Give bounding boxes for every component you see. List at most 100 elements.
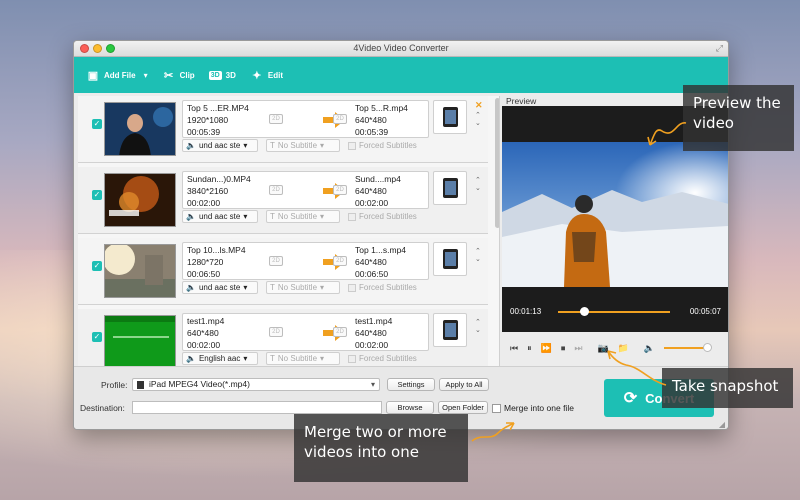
list-scrollbar[interactable] — [495, 98, 499, 228]
output-2d-badge: 2D — [333, 327, 347, 337]
seek-knob[interactable] — [580, 307, 590, 316]
merge-label: Merge into one file — [504, 403, 574, 413]
forced-subtitles-label: Forced Subtitles — [359, 354, 417, 363]
forced-subtitles-checkbox[interactable]: Forced Subtitles — [348, 283, 417, 292]
speaker-icon: 🔈 — [186, 141, 196, 150]
add-file-button[interactable]: ▣ Add File — [86, 68, 136, 82]
source-duration: 00:02:00 — [187, 198, 221, 208]
list-item[interactable]: ✓ Top 5 ...ER.MP4 1920*1080 00:05:39 2D — [78, 96, 488, 163]
source-duration: 00:02:00 — [187, 340, 221, 350]
output-filename[interactable]: test1.mp4 — [355, 315, 392, 327]
audio-track-select[interactable]: 🔈 English aac ▾ — [182, 352, 258, 365]
output-device-button[interactable] — [433, 100, 467, 134]
subtitle-icon: T — [270, 141, 275, 150]
source-filename: Top 5 ...ER.MP4 — [187, 103, 249, 113]
tablet-icon — [442, 320, 458, 340]
reorder-icon[interactable]: ⌃ ⌄ — [475, 319, 481, 335]
audio-track-value: English aac — [198, 354, 241, 363]
fullscreen-icon[interactable]: ⤢ — [716, 43, 723, 54]
stop-icon[interactable]: ⏹ — [561, 343, 566, 354]
chevron-down-icon: ▾ — [243, 354, 248, 363]
3d-label: 3D — [225, 70, 236, 80]
output-resolution: 640*480 — [355, 186, 387, 196]
apply-to-all-button[interactable]: Apply to All — [439, 378, 489, 391]
output-resolution: 640*480 — [355, 328, 387, 338]
browse-button[interactable]: Browse — [386, 401, 434, 414]
source-2d-badge: 2D — [269, 185, 283, 195]
subtitle-select[interactable]: T No Subtitle ▾ — [266, 139, 340, 152]
film-plus-icon: ▣ — [87, 69, 99, 82]
subtitle-select[interactable]: T No Subtitle ▾ — [266, 352, 340, 365]
forced-subtitles-checkbox[interactable]: Forced Subtitles — [348, 354, 417, 363]
callout-preview: Preview the video — [683, 85, 794, 151]
tablet-icon — [442, 178, 458, 198]
forced-subtitles-checkbox[interactable]: Forced Subtitles — [348, 141, 417, 150]
settings-button[interactable]: Settings — [387, 378, 435, 391]
audio-track-value: und aac ste — [198, 212, 241, 221]
source-resolution: 1920*1080 — [187, 115, 229, 125]
output-filename[interactable]: Top 1...s.mp4 — [355, 244, 406, 256]
merge-checkbox[interactable]: Merge into one file — [492, 403, 574, 413]
open-folder-button[interactable]: Open Folder — [438, 401, 488, 414]
audio-track-select[interactable]: 🔈 und aac ste ▾ — [182, 139, 258, 152]
reorder-icon[interactable]: ⌃ ⌄ — [475, 112, 481, 128]
callout-preview-arrow — [647, 122, 687, 146]
subtitle-select[interactable]: T No Subtitle ▾ — [266, 281, 340, 294]
output-resolution: 640*480 — [355, 115, 387, 125]
destination-label: Destination: — [80, 403, 125, 413]
file-list[interactable]: ✓ Top 5 ...ER.MP4 1920*1080 00:05:39 2D — [78, 96, 500, 366]
profile-select[interactable]: iPad MPEG4 Video(*.mp4) ▾ — [132, 378, 380, 391]
source-resolution: 640*480 — [187, 328, 219, 338]
toolbar: ▣ Add File ▾ ✂ Clip 3D 3D ✦ Edit — [74, 57, 728, 93]
preview-video-frame[interactable] — [502, 142, 728, 287]
item-checkbox[interactable]: ✓ — [92, 332, 102, 342]
total-time: 00:05:07 — [689, 307, 721, 316]
audio-track-select[interactable]: 🔈 und aac ste ▾ — [182, 210, 258, 223]
item-checkbox[interactable]: ✓ — [92, 261, 102, 271]
destination-field[interactable] — [132, 401, 382, 414]
pause-icon[interactable]: ⏸ — [527, 343, 532, 354]
conversion-row: test1.mp4 640*480 00:02:00 2D 2D test1.m… — [182, 313, 429, 351]
audio-track-value: und aac ste — [198, 141, 241, 150]
seek-track[interactable] — [558, 311, 670, 313]
convert-icon: ⟳ — [623, 390, 638, 407]
source-resolution: 1280*720 — [187, 257, 224, 267]
subtitle-value: No Subtitle — [277, 141, 318, 150]
source-resolution: 3840*2160 — [187, 186, 229, 196]
output-device-button[interactable] — [433, 171, 467, 205]
output-device-button[interactable] — [433, 242, 467, 276]
list-item[interactable]: ✓ test1.mp4 640*480 00:02:00 2D 2D test1… — [78, 309, 488, 366]
item-checkbox[interactable]: ✓ — [92, 190, 102, 200]
add-file-dropdown-icon[interactable]: ▾ — [144, 71, 148, 80]
chevron-down-icon: ▾ — [320, 141, 325, 150]
output-duration: 00:02:00 — [355, 340, 389, 350]
clip-button[interactable]: ✂ Clip — [162, 68, 195, 82]
forced-subtitles-label: Forced Subtitles — [359, 141, 417, 150]
volume-slider[interactable] — [664, 343, 713, 352]
reorder-icon[interactable]: ⌃ ⌄ — [475, 177, 481, 193]
forced-subtitles-checkbox[interactable]: Forced Subtitles — [348, 212, 417, 221]
list-item[interactable]: ✓ Top 10...ls.MP4 1280*720 00:06:50 2D 2… — [78, 238, 488, 305]
3d-button[interactable]: 3D 3D — [208, 70, 236, 80]
item-checkbox[interactable]: ✓ — [92, 119, 102, 129]
skip-back-icon[interactable]: ⏮ — [510, 343, 518, 354]
source-duration: 00:06:50 — [187, 269, 221, 279]
reorder-icon[interactable]: ⌃ ⌄ — [475, 248, 481, 264]
output-filename[interactable]: Sund....mp4 — [355, 173, 401, 185]
subtitle-value: No Subtitle — [277, 212, 318, 221]
fast-forward-icon[interactable]: ⏩ — [541, 343, 552, 354]
resize-grip-icon[interactable]: ◢ — [719, 420, 725, 429]
conversion-row: Top 5 ...ER.MP4 1920*1080 00:05:39 2D 2D… — [182, 100, 429, 138]
chevron-down-icon: ▾ — [320, 354, 325, 363]
list-item[interactable]: ✓ Sundan...)0.MP4 3840*2160 00:02:00 2D … — [78, 167, 488, 234]
output-device-button[interactable] — [433, 313, 467, 347]
audio-track-select[interactable]: 🔈 und aac ste ▾ — [182, 281, 258, 294]
volume-knob[interactable] — [703, 343, 713, 352]
speaker-icon: 🔈 — [186, 283, 196, 292]
output-filename[interactable]: Top 5...R.mp4 — [355, 102, 408, 114]
edit-button[interactable]: ✦ Edit — [250, 68, 283, 82]
remove-item-icon[interactable]: ✕ — [475, 100, 483, 111]
skip-forward-icon[interactable]: ⏭ — [574, 343, 582, 354]
subtitle-select[interactable]: T No Subtitle ▾ — [266, 210, 340, 223]
output-resolution: 640*480 — [355, 257, 387, 267]
